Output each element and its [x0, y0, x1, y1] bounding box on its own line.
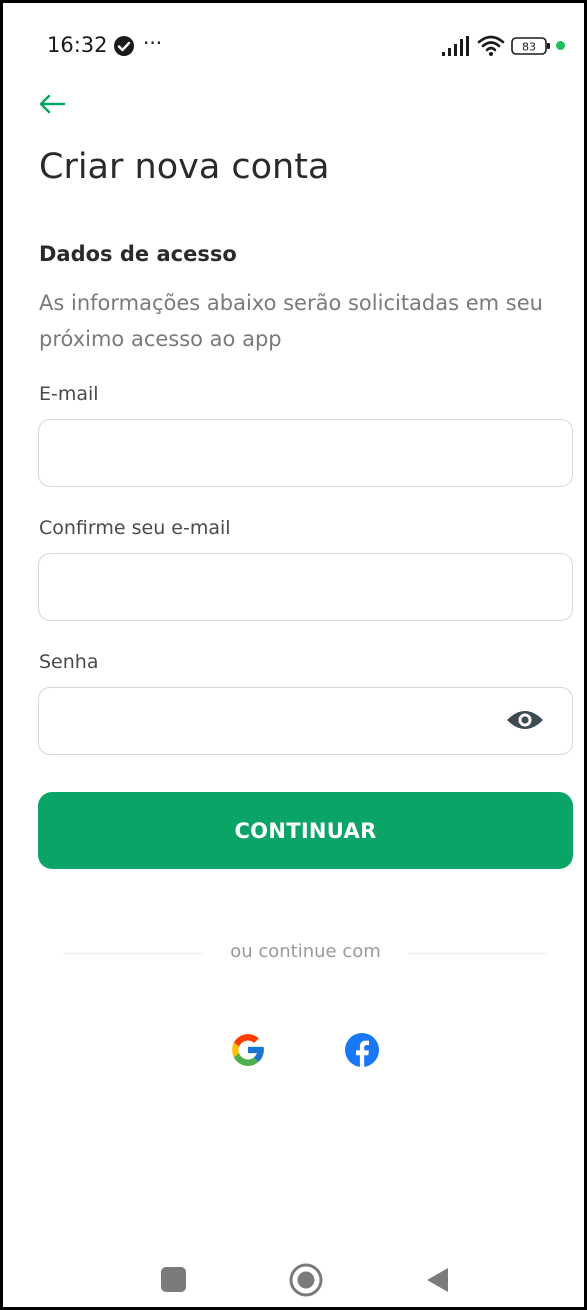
arrow-left-icon [39, 94, 66, 114]
social-divider: ou continue com [63, 941, 548, 967]
recents-icon[interactable] [161, 1267, 186, 1292]
email-field[interactable] [38, 419, 573, 487]
check-circle-icon [114, 36, 134, 56]
divider-text: ou continue com [230, 941, 381, 962]
status-time: 16:32 [47, 33, 108, 57]
password-visibility-toggle[interactable] [505, 703, 545, 737]
privacy-indicator-dot [556, 41, 565, 50]
battery-icon: 83 [511, 37, 550, 55]
password-label: Senha [39, 651, 99, 673]
home-icon[interactable] [289, 1263, 323, 1297]
section-title: Dados de acesso [39, 242, 237, 266]
confirm-email-field[interactable] [38, 553, 573, 621]
wifi-icon [477, 35, 505, 56]
status-bar: 16:32 ··· 83 [3, 3, 584, 93]
back-icon[interactable] [424, 1266, 450, 1294]
page-title: Criar nova conta [39, 147, 330, 187]
phone-screen: 16:32 ··· 83 Criar nova conta Dados de a… [0, 0, 587, 1310]
back-button[interactable] [33, 87, 71, 121]
google-icon[interactable] [229, 1031, 267, 1069]
signal-icon [442, 36, 469, 56]
continue-button[interactable]: CONTINUAR [38, 792, 573, 869]
eye-icon [507, 711, 543, 729]
battery-level: 83 [522, 41, 536, 54]
password-field[interactable] [38, 687, 573, 755]
section-description: As informações abaixo serão solicitadas … [39, 291, 543, 351]
more-notifications-indicator: ··· [143, 31, 163, 55]
facebook-icon[interactable] [344, 1032, 380, 1068]
email-label: E-mail [39, 383, 99, 405]
confirm-email-label: Confirme seu e-mail [39, 517, 231, 539]
